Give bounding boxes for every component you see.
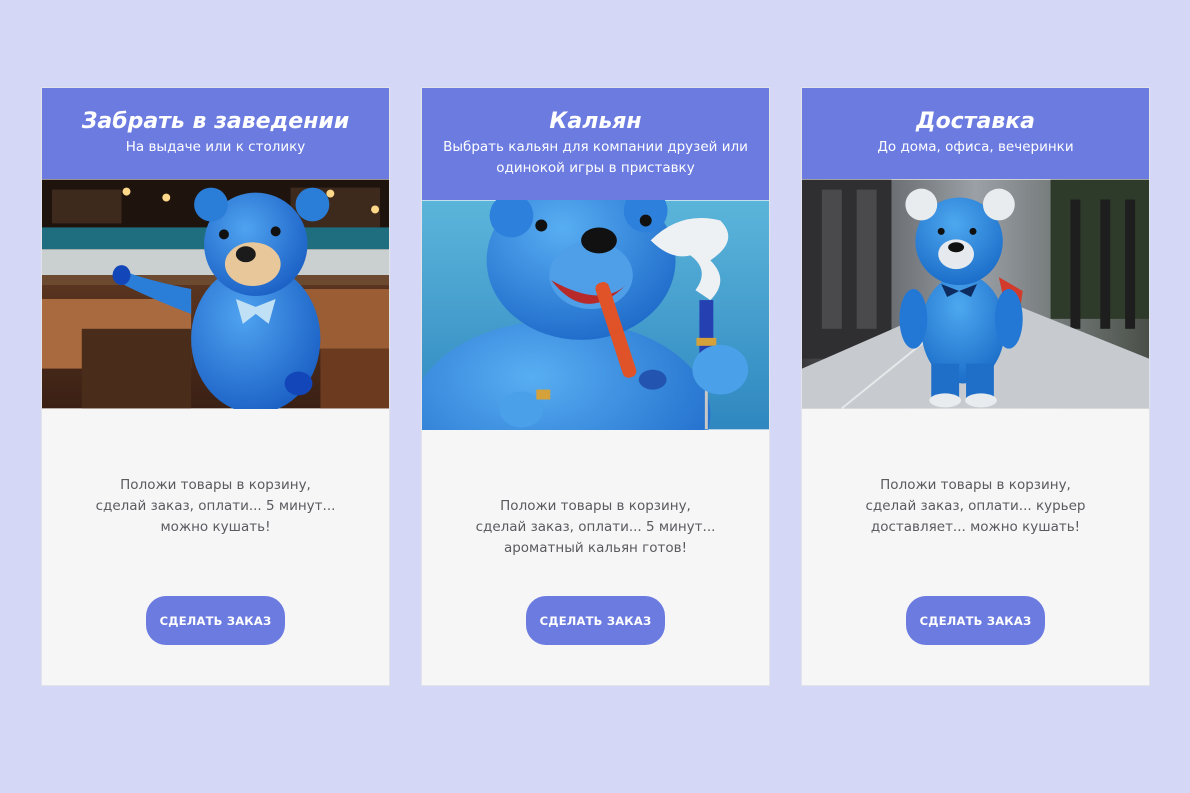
card-title: Кальян bbox=[549, 109, 642, 134]
card-header: Забрать в заведении На выдаче или к стол… bbox=[42, 88, 389, 179]
card-description: Положи товары в корзину, сделай заказ, о… bbox=[475, 498, 716, 556]
card-title: Забрать в заведении bbox=[81, 109, 350, 134]
order-button[interactable]: СДЕЛАТЬ ЗАКАЗ bbox=[526, 596, 665, 645]
card-subtitle: На выдаче или к столику bbox=[125, 139, 306, 155]
card-subtitle: До дома, офиса, вечеринки bbox=[877, 139, 1074, 155]
card-pickup: Забрать в заведении На выдаче или к стол… bbox=[41, 87, 390, 686]
blue-teddy-bear-in-cafe-image bbox=[42, 179, 389, 409]
card-hookah: Кальян Выбрать кальян для компании друзе… bbox=[421, 87, 770, 686]
card-body: Положи товары в корзину, сделай заказ, о… bbox=[42, 409, 389, 685]
card-title: Доставка bbox=[915, 109, 1036, 134]
blue-teddy-bear-walking-street-image bbox=[802, 179, 1149, 409]
card-delivery: Доставка До дома, офиса, вечеринки Полож… bbox=[801, 87, 1150, 686]
card-description: Положи товары в корзину, сделай заказ, о… bbox=[865, 477, 1086, 535]
order-button[interactable]: СДЕЛАТЬ ЗАКАЗ bbox=[146, 596, 285, 645]
card-description: Положи товары в корзину, сделай заказ, о… bbox=[95, 477, 336, 535]
card-body: Положи товары в корзину, сделай заказ, о… bbox=[802, 409, 1149, 685]
blue-teddy-bear-with-hookah-image bbox=[422, 200, 769, 430]
card-header: Кальян Выбрать кальян для компании друзе… bbox=[422, 88, 769, 200]
order-button[interactable]: СДЕЛАТЬ ЗАКАЗ bbox=[906, 596, 1045, 645]
card-body: Положи товары в корзину, сделай заказ, о… bbox=[422, 430, 769, 685]
order-options: Забрать в заведении На выдаче или к стол… bbox=[41, 87, 1150, 686]
card-subtitle: Выбрать кальян для компании друзей или о… bbox=[443, 139, 748, 176]
card-header: Доставка До дома, офиса, вечеринки bbox=[802, 88, 1149, 179]
